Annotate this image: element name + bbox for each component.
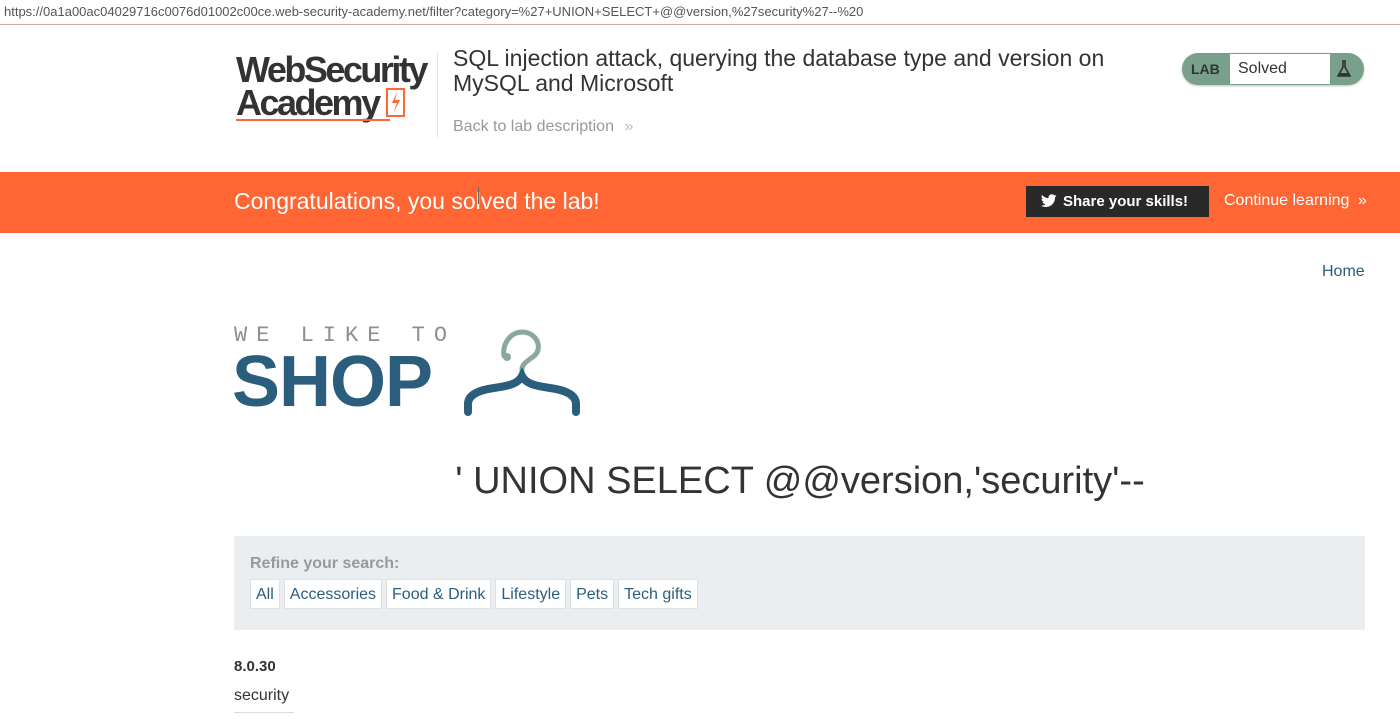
header-divider <box>437 52 438 138</box>
flask-icon <box>1336 60 1352 77</box>
twitter-icon <box>1041 194 1057 207</box>
congratulations-message: Congratulations, you solved the lab! <box>234 188 600 214</box>
lab-title: SQL injection attack, querying the datab… <box>453 45 1105 96</box>
text-cursor <box>478 187 479 204</box>
back-link-label: Back to lab description <box>453 118 614 135</box>
solved-banner: Congratulations, you solved the lab! Sha… <box>0 172 1400 233</box>
home-link[interactable]: Home <box>1322 263 1365 281</box>
result-title: 8.0.30 <box>234 658 276 675</box>
url-text[interactable]: https://0a1a00ac04029716c0076d01002c00ce… <box>4 4 863 19</box>
back-to-lab-description-link[interactable]: Back to lab description » <box>453 118 633 136</box>
lab-status-widget: LAB Solved <box>1182 53 1364 85</box>
double-chevron-right-icon: » <box>1357 192 1367 209</box>
refine-search-label: Refine your search: <box>250 555 400 572</box>
category-heading: ' UNION SELECT @@version,'security'-- <box>455 460 1145 502</box>
filter-panel: Refine your search: All Accessories Food… <box>234 536 1365 630</box>
share-skills-button[interactable]: Share your skills! <box>1026 186 1209 217</box>
logo-bolt-icon <box>386 88 405 117</box>
filter-food-drink[interactable]: Food & Drink <box>386 579 492 609</box>
web-security-academy-logo[interactable]: WebSecurity Academy <box>236 52 436 124</box>
share-skills-label: Share your skills! <box>1063 193 1189 210</box>
result-description: security <box>234 687 290 704</box>
lab-status-text: Solved <box>1230 54 1330 84</box>
shop-name: SHOP <box>232 342 433 422</box>
hanger-icon <box>464 329 580 416</box>
filter-lifestyle[interactable]: Lifestyle <box>495 579 567 609</box>
logo-line-2: Academy <box>236 82 381 123</box>
shop-logo[interactable]: WE LIKE TO SHOP <box>232 320 592 420</box>
address-bar[interactable]: https://0a1a00ac04029716c0076d01002c00ce… <box>0 0 1400 25</box>
double-chevron-right-icon: » <box>624 118 634 135</box>
filter-all[interactable]: All <box>250 579 280 609</box>
continue-learning-link[interactable]: Continue learning » <box>1224 192 1367 210</box>
filter-tech-gifts[interactable]: Tech gifts <box>618 579 698 609</box>
filter-accessories[interactable]: Accessories <box>283 579 383 609</box>
result-divider <box>234 712 294 713</box>
lab-badge: LAB <box>1191 61 1220 77</box>
continue-learning-label: Continue learning <box>1224 192 1350 209</box>
logo-underline <box>236 119 390 121</box>
filter-pets[interactable]: Pets <box>570 579 615 609</box>
category-filters: All Accessories Food & Drink Lifestyle P… <box>250 579 702 609</box>
